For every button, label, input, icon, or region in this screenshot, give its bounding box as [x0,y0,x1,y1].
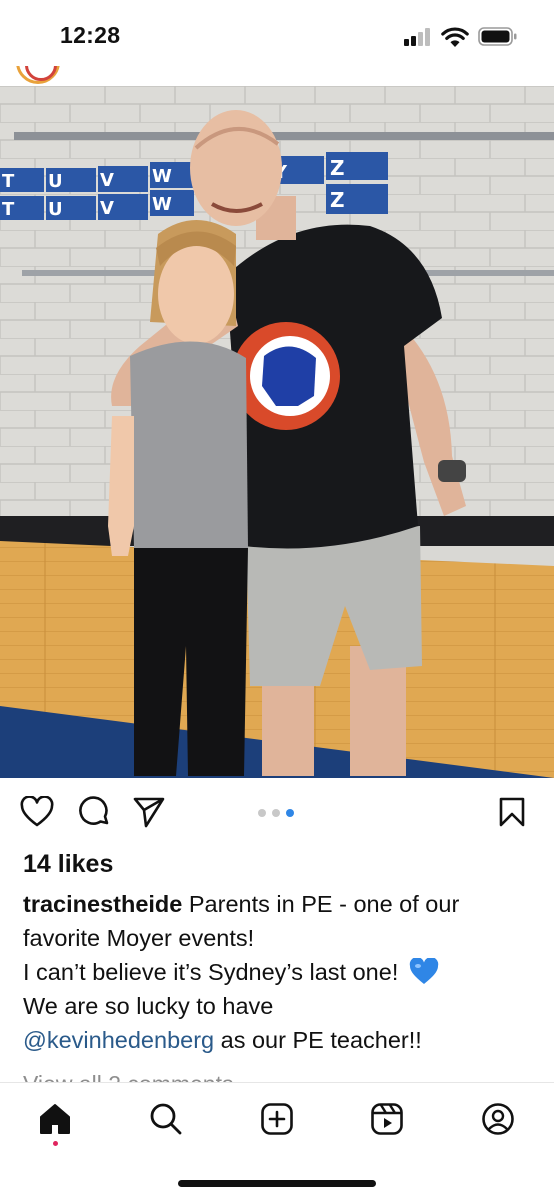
carousel-dot-active [286,809,294,817]
comment-button[interactable] [76,794,112,830]
post-header [0,66,554,86]
notification-dot [53,1141,58,1146]
comment-bubble-icon [79,796,109,825]
battery-icon [478,27,518,46]
like-button[interactable] [19,794,55,830]
mention-link[interactable]: @kevinhedenberg [23,1027,214,1053]
nav-create[interactable] [257,1099,297,1139]
cellular-signal-icon [404,28,434,46]
svg-text:Z: Z [330,188,345,212]
search-icon [150,1103,182,1135]
svg-text:W: W [152,166,172,187]
bookmark-outline-icon [499,797,525,827]
carousel-dot [258,809,266,817]
save-button[interactable] [494,794,530,830]
svg-text:Z: Z [330,156,345,180]
status-bar: 12:28 [0,0,554,66]
svg-text:V: V [100,198,114,219]
profile-icon [482,1103,514,1135]
caption-text: as our PE teacher!! [214,1027,422,1053]
svg-text:W: W [152,194,172,215]
home-icon [40,1104,70,1134]
view-comments-link[interactable]: View all 2 comments [23,1068,234,1082]
post-actions [0,778,554,846]
nav-profile[interactable] [478,1099,518,1139]
create-post-icon [261,1103,293,1135]
post-photo[interactable]: T T U U V V W W Y Z Z [0,86,554,778]
carousel-indicator [258,809,298,819]
status-time: 12:28 [60,22,121,48]
wifi-icon [441,26,469,48]
svg-text:V: V [100,170,114,191]
nav-search[interactable] [146,1099,186,1139]
paper-plane-icon [133,797,165,828]
blue-heart-emoji [409,958,439,984]
svg-text:T: T [2,199,15,220]
nav-home[interactable] [35,1099,75,1139]
reels-icon [371,1103,403,1135]
caption-text: I can’t believe it’s Sydney’s last one! [23,959,405,985]
nav-reels[interactable] [367,1099,407,1139]
likes-count[interactable]: 14 likes [23,850,113,879]
svg-text:U: U [48,171,63,192]
caption-text: We are so lucky to have [23,993,274,1019]
post-caption: tracinestheide Parents in PE - one of ou… [23,887,538,1057]
share-button[interactable] [131,794,167,830]
caption-username[interactable]: tracinestheide [23,891,182,917]
svg-text:T: T [2,171,15,192]
heart-outline-icon [20,796,54,827]
post-author-avatar[interactable] [16,66,60,84]
carousel-dot [272,809,280,817]
home-indicator[interactable] [178,1180,376,1187]
svg-text:U: U [48,199,63,220]
